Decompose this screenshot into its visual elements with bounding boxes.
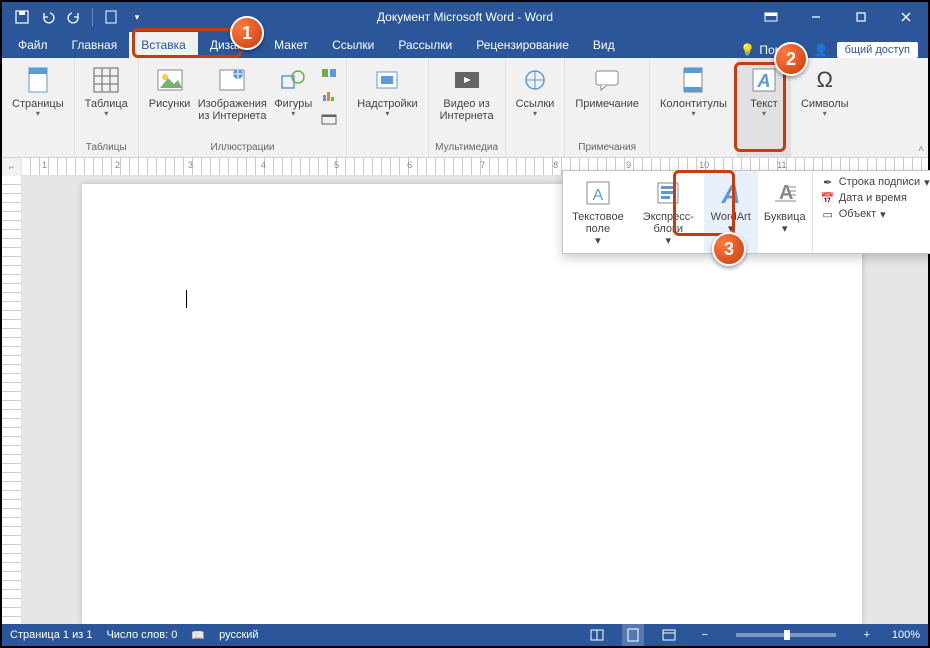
signature-icon: ✒ (821, 175, 835, 189)
quickparts-icon (652, 177, 684, 209)
group-links: Ссылки▾ (506, 58, 566, 157)
group-pages: Страницы▾ (2, 58, 75, 157)
tab-insert[interactable]: Вставка (129, 32, 198, 58)
group-headerfooter: Колонтитулы▾ (650, 58, 738, 157)
status-language[interactable]: русский (219, 629, 258, 641)
zoom-out-button[interactable]: − (694, 624, 716, 646)
svg-text:A: A (756, 71, 770, 91)
chart-button[interactable] (318, 85, 340, 107)
object-button[interactable]: ▭Объект ▾ (821, 207, 930, 221)
tab-layout[interactable]: Макет (262, 32, 320, 58)
calendar-icon: 📅 (821, 191, 835, 205)
page-icon (22, 64, 54, 96)
quickparts-button[interactable]: Экспресс-блоки▾ (633, 171, 704, 253)
headerfooter-button[interactable]: Колонтитулы▾ (656, 62, 731, 121)
pages-button[interactable]: Страницы▾ (8, 62, 68, 121)
proofing-icon[interactable]: 📖 (191, 629, 205, 642)
quick-access-toolbar: ▾ (2, 5, 149, 29)
addins-button[interactable]: Надстройки▾ (353, 62, 421, 121)
zoom-slider[interactable] (736, 633, 836, 637)
object-icon: ▭ (821, 207, 835, 221)
comment-button[interactable]: Примечание (571, 62, 643, 112)
table-icon (90, 64, 122, 96)
new-doc-button[interactable] (99, 5, 123, 29)
wordart-icon: A (715, 177, 747, 209)
status-bar: Страница 1 из 1 Число слов: 0 📖 русский … (2, 624, 928, 646)
online-pictures-button[interactable]: Изображения из Интернета (196, 62, 268, 124)
tab-mailings[interactable]: Рассылки (386, 32, 464, 58)
collapse-ribbon-button[interactable]: ˄ (918, 144, 924, 155)
window-title: Документ Microsoft Word - Word (377, 10, 553, 24)
ruler-corner: ⌐ (2, 158, 22, 176)
ruler-numbers: 1234567891011 (42, 160, 787, 170)
signature-line-button[interactable]: ✒Строка подписи ▾ (821, 175, 930, 189)
tab-file[interactable]: Файл (6, 32, 60, 58)
status-page[interactable]: Страница 1 из 1 (10, 629, 92, 641)
shapes-button[interactable]: Фигуры▾ (270, 62, 316, 121)
group-addins: Надстройки▾ (347, 58, 428, 157)
textbox-button[interactable]: A Текстовое поле▾ (563, 171, 633, 253)
redo-button[interactable] (62, 5, 86, 29)
tab-references[interactable]: Ссылки (320, 32, 386, 58)
maximize-button[interactable] (838, 2, 883, 32)
online-video-button[interactable]: Видео из Интернета (435, 62, 499, 124)
links-button[interactable]: Ссылки▾ (512, 62, 559, 121)
smartart-button[interactable] (318, 62, 340, 84)
dropcap-button[interactable]: A Буквица▾ (758, 171, 812, 253)
web-layout-button[interactable] (658, 624, 680, 646)
screenshot-button[interactable] (318, 108, 340, 130)
close-button[interactable] (883, 2, 928, 32)
share-button[interactable]: бщий доступ (837, 42, 918, 58)
group-tables: Таблица▾ Таблицы (75, 58, 139, 157)
addins-icon (371, 64, 403, 96)
undo-button[interactable] (36, 5, 60, 29)
date-time-button[interactable]: 📅Дата и время (821, 191, 930, 205)
group-media: Видео из Интернета Мультимедиа (429, 58, 506, 157)
badge-2: 2 (774, 42, 808, 76)
vertical-ruler[interactable] (2, 176, 22, 636)
picture-icon (154, 64, 186, 96)
tab-home[interactable]: Главная (60, 32, 130, 58)
text-icon: A (748, 64, 780, 96)
textbox-icon: A (582, 177, 614, 209)
dropcap-icon: A (769, 177, 801, 209)
online-picture-icon (216, 64, 248, 96)
print-layout-button[interactable] (622, 624, 644, 646)
omega-icon: Ω (809, 64, 841, 96)
zoom-level[interactable]: 100% (892, 629, 920, 641)
shapes-icon (277, 64, 309, 96)
popup-right-column: ✒Строка подписи ▾ 📅Дата и время ▭Объект … (812, 171, 930, 253)
tab-review[interactable]: Рецензирование (464, 32, 581, 58)
symbols-button[interactable]: Ω Символы▾ (797, 62, 853, 121)
zoom-in-button[interactable]: + (856, 624, 878, 646)
pictures-button[interactable]: Рисунки (145, 62, 195, 112)
link-icon (519, 64, 551, 96)
svg-text:A: A (720, 179, 740, 207)
table-button[interactable]: Таблица▾ (81, 62, 132, 121)
read-mode-button[interactable] (586, 624, 608, 646)
qat-more-button[interactable]: ▾ (125, 5, 149, 29)
headerfooter-icon (677, 64, 709, 96)
text-dropdown-popup: A Текстовое поле▾ Экспресс-блоки▾ A Word… (562, 170, 930, 254)
text-cursor (186, 290, 187, 308)
title-bar: ▾ Документ Microsoft Word - Word (2, 2, 928, 32)
bulb-icon: 💡 (740, 43, 755, 57)
svg-text:A: A (593, 187, 604, 204)
video-icon (451, 64, 483, 96)
group-symbols: Ω Символы▾ (791, 58, 859, 157)
window-controls (748, 2, 928, 32)
save-button[interactable] (10, 5, 34, 29)
group-comments: Примечание Примечания (565, 58, 650, 157)
tab-view[interactable]: Вид (581, 32, 627, 58)
illustrations-more (318, 62, 340, 130)
minimize-button[interactable] (793, 2, 838, 32)
ribbon-options-button[interactable] (748, 2, 793, 32)
status-wordcount[interactable]: Число слов: 0 (106, 629, 177, 641)
badge-3: 3 (712, 232, 746, 266)
comment-icon (591, 64, 623, 96)
badge-1: 1 (230, 16, 264, 50)
user-icon[interactable]: 👤 (814, 43, 829, 57)
group-illustrations: Рисунки Изображения из Интернета Фигуры▾… (139, 58, 347, 157)
